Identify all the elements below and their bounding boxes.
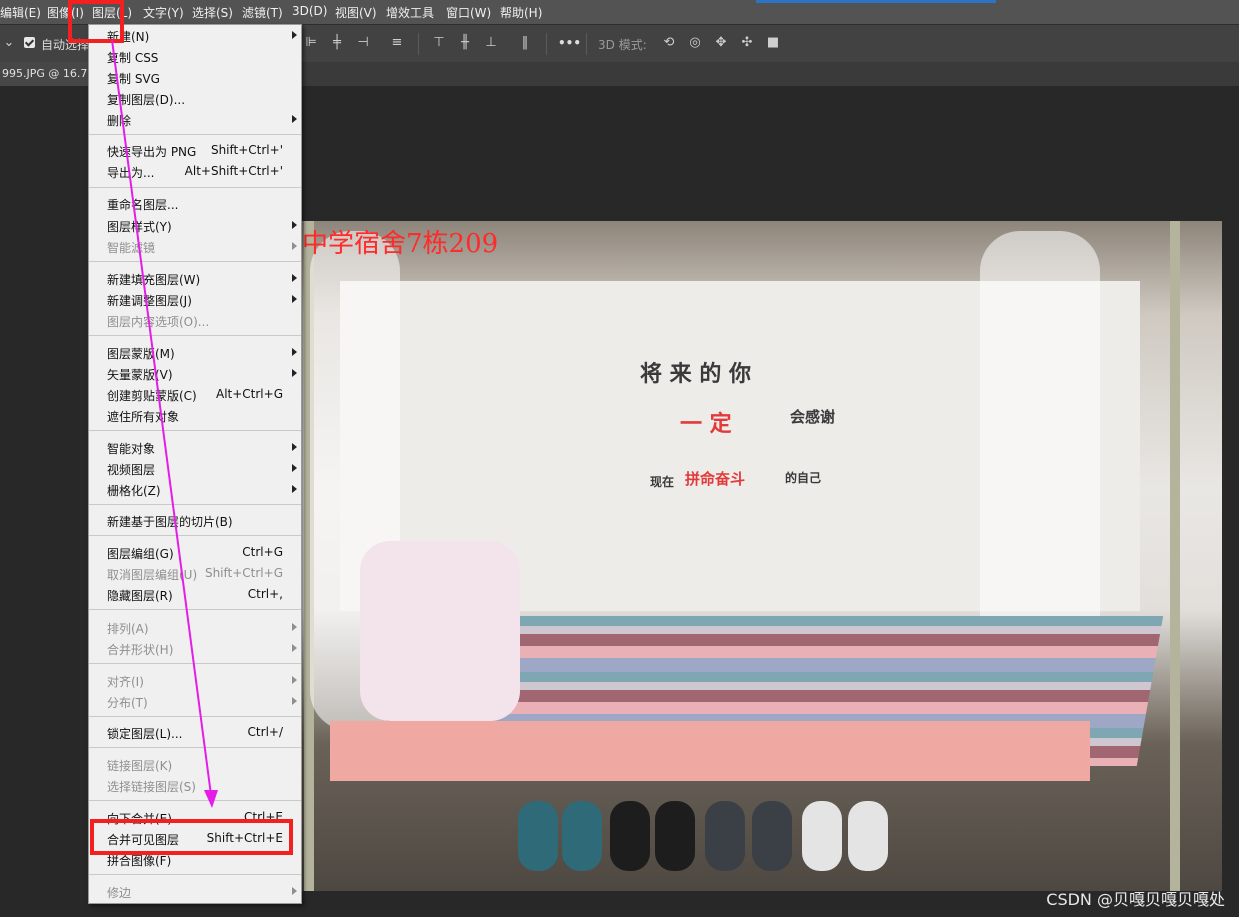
arrow-line	[111, 39, 212, 796]
annotation-arrow	[111, 39, 218, 808]
arrow-head-icon	[204, 790, 218, 808]
watermark: CSDN @贝嘎贝嘎贝嘎处	[1046, 890, 1225, 909]
